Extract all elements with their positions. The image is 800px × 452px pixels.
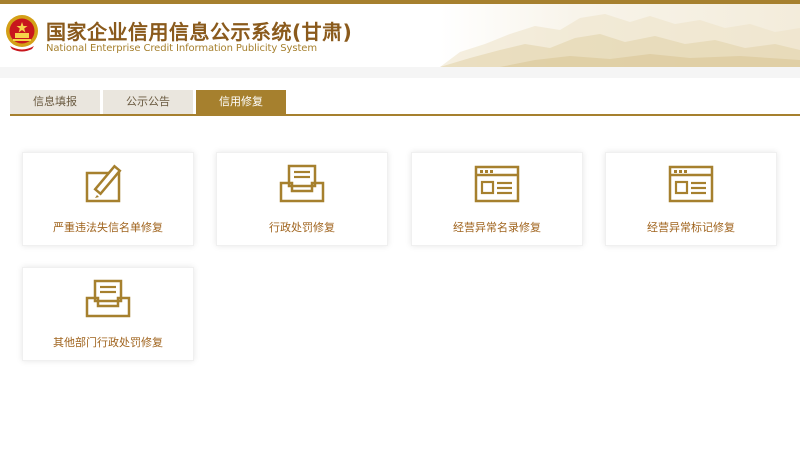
header-separator bbox=[0, 67, 800, 78]
browser-window-icon bbox=[474, 165, 520, 203]
card-label: 经营异常名录修复 bbox=[453, 221, 541, 234]
card-label: 严重违法失信名单修复 bbox=[53, 221, 163, 234]
tab-underline bbox=[10, 114, 800, 116]
site-subtitle-english: National Enterprise Credit Information P… bbox=[46, 43, 317, 54]
mountain-landscape-decoration bbox=[440, 14, 800, 67]
tab-public-notices[interactable]: 公示公告 bbox=[103, 90, 193, 114]
site-title: 国家企业信用信息公示系统(甘肃) bbox=[46, 20, 353, 44]
card-label: 行政处罚修复 bbox=[269, 221, 335, 234]
national-emblem-icon bbox=[6, 15, 38, 52]
card-admin-penalty-repair[interactable]: 行政处罚修复 bbox=[216, 152, 388, 246]
card-abnormal-mark-repair[interactable]: 经营异常标记修复 bbox=[605, 152, 777, 246]
edit-document-icon bbox=[85, 164, 122, 203]
card-other-dept-penalty-repair[interactable]: 其他部门行政处罚修复 bbox=[22, 267, 194, 361]
card-label: 其他部门行政处罚修复 bbox=[53, 336, 163, 349]
site-header: 国家企业信用信息公示系统(甘肃) National Enterprise Cre… bbox=[0, 4, 800, 67]
card-abnormal-list-repair[interactable]: 经营异常名录修复 bbox=[411, 152, 583, 246]
browser-window-icon bbox=[668, 165, 714, 203]
tab-info-filing[interactable]: 信息填报 bbox=[10, 90, 100, 114]
tab-credit-repair[interactable]: 信用修复 bbox=[196, 90, 286, 115]
card-serious-violation-repair[interactable]: 严重违法失信名单修复 bbox=[22, 152, 194, 246]
card-label: 经营异常标记修复 bbox=[647, 221, 735, 234]
inbox-tray-icon bbox=[85, 279, 131, 318]
inbox-tray-icon bbox=[279, 164, 325, 203]
